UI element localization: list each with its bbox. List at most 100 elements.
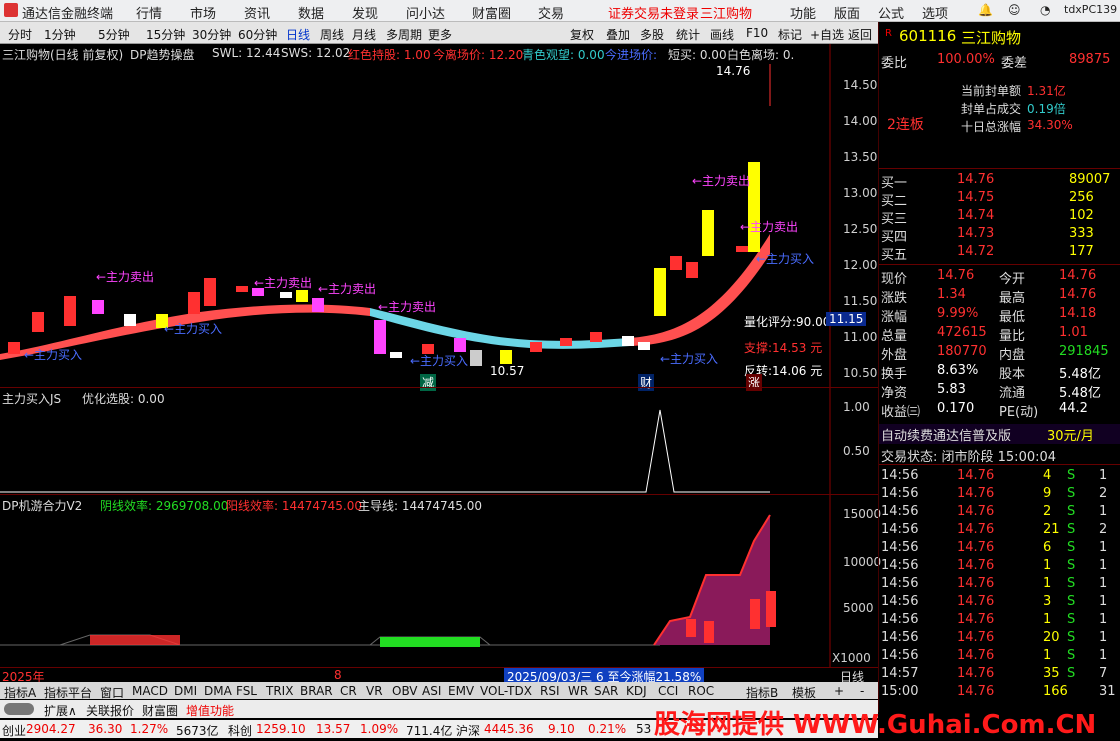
ind-tab[interactable]: EMV: [448, 684, 474, 698]
menu-layout[interactable]: 版面: [834, 3, 860, 22]
ad-price[interactable]: 30元/月: [1047, 425, 1094, 444]
period-tab[interactable]: 周线: [320, 26, 344, 43]
ind-tab[interactable]: BRAR: [300, 684, 333, 698]
period-tab[interactable]: 5分钟: [98, 26, 130, 43]
quote-value: 0.170: [937, 401, 975, 416]
tool-mark[interactable]: 标记: [778, 26, 802, 43]
ind-tab[interactable]: 指标A: [4, 684, 36, 701]
tool-back[interactable]: 返回: [848, 26, 872, 43]
period-toolbar: 分时 1分钟 5分钟 15分钟 30分钟 60分钟 日线 周线 月线 多周期 更…: [0, 22, 878, 44]
price-tick: 13.00: [843, 186, 878, 200]
tool-stats[interactable]: 统计: [676, 26, 700, 43]
user-name: tdxPC139: [1064, 3, 1118, 16]
ext-tab[interactable]: 增值功能: [186, 702, 234, 719]
tick-time: 14:56: [881, 648, 919, 663]
sell-signal: ←主力卖出: [692, 174, 751, 188]
stock-link[interactable]: 三江购物: [700, 3, 752, 22]
menu-options[interactable]: 选项: [922, 3, 948, 22]
toggle-switch[interactable]: [4, 703, 34, 715]
menu-trade[interactable]: 交易: [538, 3, 564, 22]
buy-signal: ←主力买入: [164, 322, 223, 336]
tool-favorite[interactable]: +自选: [810, 26, 844, 43]
bid-label: 买一: [881, 176, 908, 191]
ind-tab[interactable]: DMA: [204, 684, 232, 698]
ind-tab[interactable]: VOL-TDX: [480, 684, 532, 698]
ind-tab[interactable]: 窗口: [100, 684, 124, 701]
period-tab-daily[interactable]: 日线: [286, 26, 310, 43]
ind-tab[interactable]: RSI: [540, 684, 560, 698]
period-tab[interactable]: 30分钟: [192, 26, 231, 43]
index-name[interactable]: 科创: [228, 722, 252, 739]
ind-tab[interactable]: DMI: [174, 684, 197, 698]
tool-adjust[interactable]: 复权: [570, 26, 594, 43]
ind-tab[interactable]: ROC: [688, 684, 714, 698]
ind-tab[interactable]: 指标平台: [44, 684, 92, 701]
menu-discover[interactable]: 发现: [352, 3, 378, 22]
tick-row: 14:56 14.76 4 S 1: [879, 468, 1120, 486]
menu-quotes[interactable]: 行情: [136, 3, 162, 22]
ind-tab[interactable]: 模板: [792, 684, 816, 701]
ind-tab[interactable]: 指标B: [746, 684, 778, 701]
period-tab[interactable]: 多周期: [386, 26, 422, 43]
period-tab[interactable]: 月线: [352, 26, 376, 43]
clock-icon[interactable]: ◔: [1040, 3, 1050, 17]
quote-row: 净资 5.83 流通 5.48亿: [879, 382, 1120, 401]
tick-time: 15:00: [881, 684, 919, 699]
ext-tab[interactable]: 财富圈: [142, 702, 178, 719]
ind-tab[interactable]: MACD: [132, 684, 168, 698]
ind-tab[interactable]: WR: [568, 684, 588, 698]
menu-wealth[interactable]: 财富圈: [472, 3, 511, 22]
period-tab-more[interactable]: 更多: [428, 26, 452, 43]
sub-indicator-1[interactable]: 主力买入JS 优化选股: 0.00 1.00 0.50: [0, 388, 878, 494]
tool-f10[interactable]: F10: [746, 26, 768, 40]
sub-indicator-2[interactable]: DP机游合力V2 阴线效率: 2969708.00 阳线效率: 14474745…: [0, 495, 881, 667]
ind-tab[interactable]: +: [834, 684, 844, 698]
tick-price: 14.76: [957, 540, 995, 555]
tick-count: 1: [1099, 468, 1108, 483]
quote-panel: R 601116 三江购物 委比 100.00% 委差 89875 当前封单额 …: [878, 22, 1120, 712]
quote-label: 收益㈢: [881, 405, 921, 420]
user-icon[interactable]: ☺: [1008, 3, 1021, 17]
ind-tab[interactable]: OBV: [392, 684, 418, 698]
index-name[interactable]: 沪深: [456, 722, 480, 739]
period-tab[interactable]: 1分钟: [44, 26, 76, 43]
menu-news[interactable]: 资讯: [244, 3, 270, 22]
ind-tab[interactable]: TRIX: [266, 684, 293, 698]
wb-label: 委比: [881, 56, 908, 71]
quote-row: 涨跌 1.34 最高 14.76: [879, 287, 1120, 306]
ind-tab[interactable]: VR: [366, 684, 383, 698]
menu-formula[interactable]: 公式: [878, 3, 904, 22]
tick-time: 14:56: [881, 630, 919, 645]
ind-tab[interactable]: SAR: [594, 684, 618, 698]
menu-ask[interactable]: 问小达: [406, 3, 445, 22]
tool-multi[interactable]: 多股: [640, 26, 664, 43]
tool-overlay[interactable]: 叠加: [606, 26, 630, 43]
ind-tab[interactable]: ASI: [422, 684, 441, 698]
ind-tab[interactable]: KDJ: [626, 684, 647, 698]
ext-tab[interactable]: 扩展∧: [44, 702, 77, 719]
bell-icon[interactable]: 🔔: [978, 3, 993, 17]
trade-login-notice[interactable]: 证券交易未登录: [608, 3, 699, 22]
candlestick-chart[interactable]: 三江购物(日线 前复权) DP趋势操盘 SWL: 12.44 SWS: 12.0…: [0, 44, 878, 391]
ind-tab[interactable]: CR: [340, 684, 357, 698]
ind-tab[interactable]: -: [860, 684, 864, 698]
price-tick: 13.50: [843, 150, 878, 164]
ad-text[interactable]: 自动续费通达信普及版: [881, 425, 1011, 444]
index-name[interactable]: 创业: [2, 722, 26, 739]
period-tab[interactable]: 15分钟: [146, 26, 185, 43]
menu-market[interactable]: 市场: [190, 3, 216, 22]
tick-count: 2: [1099, 486, 1108, 501]
tool-draw[interactable]: 画线: [710, 26, 734, 43]
menu-function[interactable]: 功能: [790, 3, 816, 22]
quote-value: 5.48亿: [1059, 367, 1101, 382]
sub2-plot: [0, 495, 831, 667]
ind-tab[interactable]: FSL: [236, 684, 257, 698]
ext-tab[interactable]: 关联报价: [86, 702, 134, 719]
period-tab[interactable]: 分时: [8, 26, 32, 43]
menu-data[interactable]: 数据: [298, 3, 324, 22]
tick-time: 14:56: [881, 540, 919, 555]
ind-tab[interactable]: CCI: [658, 684, 678, 698]
sell-signal: ←主力卖出: [96, 270, 155, 284]
period-tab[interactable]: 60分钟: [238, 26, 277, 43]
tick-price: 14.76: [957, 594, 995, 609]
